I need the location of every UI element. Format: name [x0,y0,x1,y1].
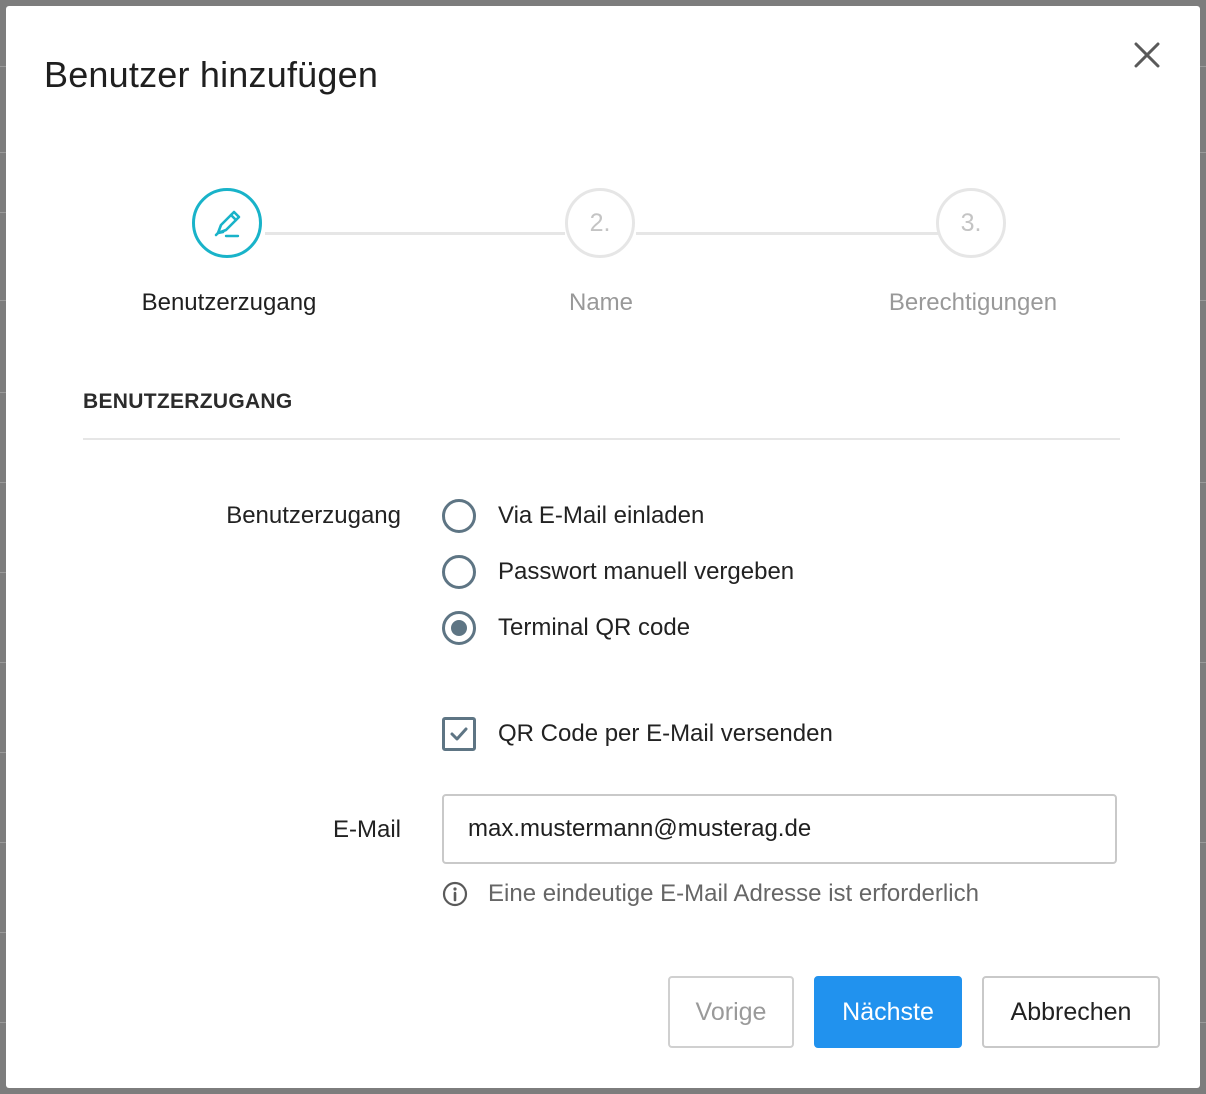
radio-option-manual-password[interactable]: Passwort manuell vergeben [442,554,794,590]
radio-button[interactable] [442,499,476,533]
section-divider [83,438,1120,440]
radio-option-label: Terminal QR code [498,614,691,641]
email-hint-text: Eine eindeutige E-Mail Adresse ist erfor… [488,880,979,907]
qr-email-checkbox-row[interactable]: QR Code per E-Mail versenden [442,716,833,752]
step-3-label: Berechtigungen [888,289,1058,316]
step-2-indicator: 2. [565,188,635,258]
add-user-dialog: Benutzer hinzufügen 2. 3. Benutzerzugang… [6,6,1200,1088]
step-connector [636,232,938,235]
backdrop-divider [1200,152,1206,153]
email-hint: Eine eindeutige E-Mail Adresse ist erfor… [442,880,979,908]
step-1-label: Benutzerzugang [141,289,317,316]
checkmark-icon [450,727,468,741]
previous-button[interactable]: Vorige [668,976,794,1048]
radio-option-terminal-qr[interactable]: Terminal QR code [442,610,690,646]
step-1-indicator [192,188,262,258]
qr-email-checkbox[interactable] [442,717,476,751]
backdrop-divider [1200,1022,1206,1023]
dialog-title: Benutzer hinzufügen [44,54,379,95]
pencil-icon [214,210,241,238]
backdrop-divider [1200,482,1206,483]
close-button[interactable] [1126,34,1168,76]
backdrop-divider [1200,66,1206,67]
radio-option-label: Via E-Mail einladen [498,502,705,529]
radio-option-email-invite[interactable]: Via E-Mail einladen [442,498,704,534]
radio-dot [451,620,467,636]
next-button[interactable]: Nächste [814,976,962,1048]
info-icon [442,881,468,907]
radio-option-label: Passwort manuell vergeben [498,558,795,585]
step-3-indicator: 3. [936,188,1006,258]
email-field[interactable] [442,794,1117,864]
qr-email-checkbox-label: QR Code per E-Mail versenden [498,720,833,747]
backdrop-divider [1200,300,1206,301]
backdrop-divider [1200,662,1206,663]
radio-button-selected[interactable] [442,611,476,645]
cancel-button[interactable]: Abbrechen [982,976,1160,1048]
step-2-label: Name [568,289,634,316]
email-label: E-Mail [332,816,401,843]
radio-button[interactable] [442,555,476,589]
section-heading: BENUTZERZUGANG [83,390,293,413]
backdrop-divider [1200,842,1206,843]
access-type-label: Benutzerzugang [226,502,401,529]
close-icon [1134,42,1160,68]
step-connector [265,232,565,235]
